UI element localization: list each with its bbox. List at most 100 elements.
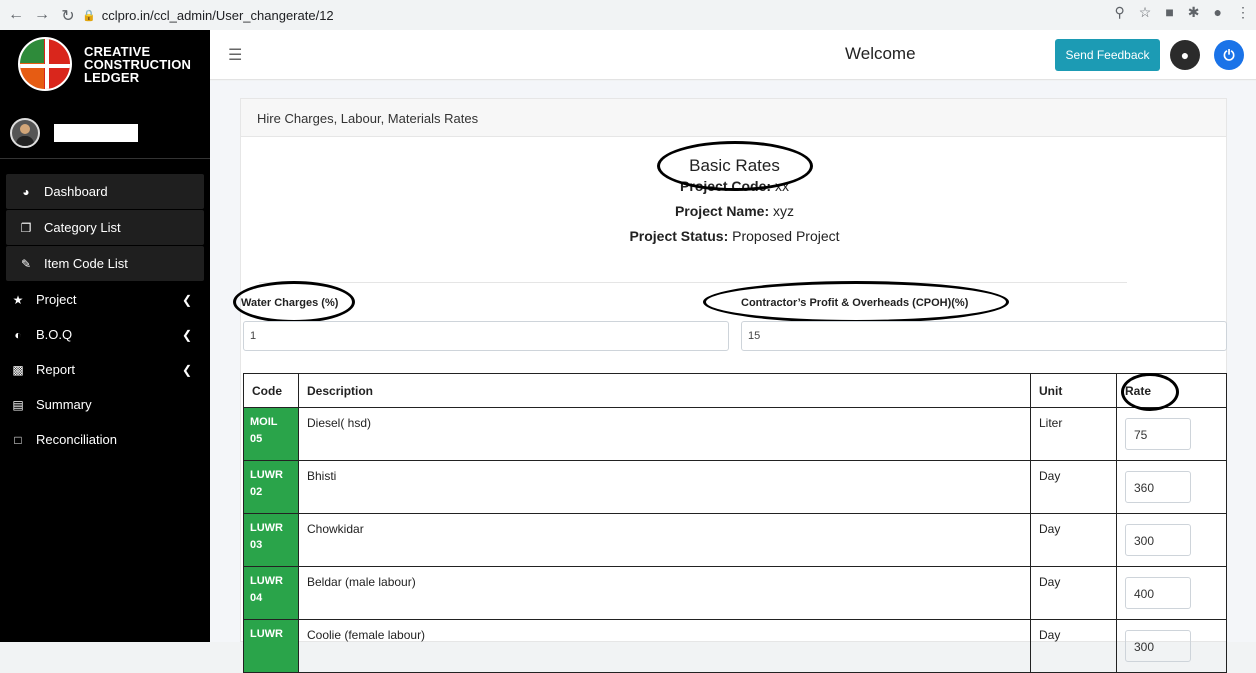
bookmark-star-icon[interactable]: ☆ [1139,4,1152,21]
annotation-ellipse [233,281,355,323]
project-status-line: Project Status: Proposed Project [241,228,1228,244]
description-cell: Chowkidar [298,513,1031,567]
hamburger-menu-icon[interactable]: ☰ [228,45,242,65]
project-name-line: Project Name: xyz [241,203,1228,219]
column-header-code: Code [243,373,299,408]
brand-logo[interactable]: CREATIVE CONSTRUCTION LEDGER [18,37,191,91]
unit-cell: Day [1030,566,1117,620]
annotation-ellipse [703,281,1009,323]
sidebar-item-category-list[interactable]: ❐ Category List [6,210,204,245]
power-icon: ⏻ [1223,46,1235,63]
unit-cell: Liter [1030,407,1117,461]
puzzle-icon[interactable]: ✱ [1188,4,1200,21]
address-bar[interactable]: 🔒 cclpro.in/ccl_admin/User_changerate/12 [82,3,1226,27]
sidebar-item-label: Project [36,292,77,307]
edit-icon: ✎ [20,256,32,271]
sidebar-item-label: Item Code List [44,256,128,271]
code-part: 02 [250,486,263,498]
project-status-value: Proposed Project [732,228,840,244]
sidebar-item-reconciliation[interactable]: □ Reconciliation [0,422,210,457]
unit-cell: Day [1030,460,1117,514]
logout-button[interactable]: ⏻ [1214,40,1244,70]
sidebar-menu: ◕ Dashboard ❐ Category List ✎ Item Code … [0,174,210,457]
back-icon[interactable]: ← [4,6,28,24]
code-cell: LUWR [243,619,299,673]
sidebar-item-label: Dashboard [44,184,108,199]
top-navbar: ☰ Welcome Send Feedback ● ⏻ [210,30,1256,80]
table-row: LUWR 02 Bhisti Day 360 [243,460,1227,514]
lock-icon: 🔒 [82,9,96,22]
note-icon: □ [14,432,22,447]
browser-toolbar: ← → ↻ 🔒 cclpro.in/ccl_admin/User_changer… [0,0,1256,30]
project-name-label: Project Name: [674,203,770,219]
code-cell: LUWR 03 [243,513,299,567]
rate-input[interactable]: 75 [1125,418,1191,450]
copy-icon: ❐ [20,220,32,235]
code-cell: LUWR 04 [243,566,299,620]
rate-cell: 75 [1116,407,1227,461]
sidebar-item-report[interactable]: ▩ Report ❮ [0,352,210,387]
code-part: 04 [250,592,263,604]
chevron-left-icon: ❮ [181,362,192,377]
user-panel [10,118,138,148]
sidebar-item-dashboard[interactable]: ◕ Dashboard [6,174,204,209]
logo-text: CREATIVE CONSTRUCTION LEDGER [84,45,191,84]
description-cell: Diesel( hsd) [298,407,1031,461]
water-charges-input[interactable]: 1 [243,321,729,351]
code-part: LUWR [250,575,283,587]
table-header-row: Code Description Unit Rate [243,373,1227,408]
rates-card: Hire Charges, Labour, Materials Rates Ba… [233,98,1228,673]
column-header-description: Description [298,373,1031,408]
zoom-icon[interactable]: ⚲ [1115,4,1125,21]
description-cell: Coolie (female labour) [298,619,1031,673]
project-name-value: xyz [773,203,795,219]
rate-input[interactable]: 360 [1125,471,1191,503]
logo-mark-icon [18,37,72,91]
cpoh-input[interactable]: 15 [741,321,1227,351]
extension-icon[interactable]: ■ [1165,4,1173,21]
chevron-left-icon: ❮ [181,327,192,342]
sidebar-item-label: Category List [44,220,121,235]
column-header-unit: Unit [1030,373,1117,408]
sidebar-item-label: Summary [36,397,92,412]
annotation-ellipse [657,141,813,191]
sidebar-item-boq[interactable]: ◐ B.O.Q ❮ [0,317,210,352]
send-feedback-button[interactable]: Send Feedback [1055,39,1160,71]
rate-input[interactable]: 300 [1125,630,1191,662]
code-part: LUWR [250,469,283,481]
logo-line-2: CONSTRUCTION [84,56,192,72]
user-account-button[interactable]: ● [1170,40,1200,70]
annotation-ellipse [1121,373,1179,411]
logo-line-3: LEDGER [84,69,140,85]
logo-line-1: CREATIVE [84,43,151,59]
rates-table: Code Description Unit Rate MOIL 05 Diesel… [243,373,1227,673]
file-icon: ▤ [12,397,24,412]
chevron-left-icon: ❮ [181,292,192,307]
browser-actions: ⚲ ☆ ■ ✱ ● ⋮ [1115,4,1251,21]
sidebar-item-summary[interactable]: ▤ Summary [0,387,210,422]
rate-cell: 300 [1116,513,1227,567]
sidebar-divider [0,158,210,159]
more-icon[interactable]: ⋮ [1236,4,1250,21]
sidebar-item-label: B.O.Q [36,327,73,342]
rate-cell: 300 [1116,619,1227,673]
rate-input[interactable]: 300 [1125,524,1191,556]
sidebar-item-item-code-list[interactable]: ✎ Item Code List [6,246,204,281]
rate-cell: 400 [1116,566,1227,620]
table-row: LUWR Coolie (female labour) Day 300 [243,619,1227,673]
description-cell: Bhisti [298,460,1031,514]
sidebar-item-project[interactable]: ★ Project ❮ [0,282,210,317]
rate-input[interactable]: 400 [1125,577,1191,609]
profile-icon[interactable]: ● [1214,4,1222,21]
url-text: cclpro.in/ccl_admin/User_changerate/12 [101,7,334,23]
forward-icon[interactable]: → [30,6,54,24]
code-part: LUWR [250,522,283,534]
card-header: Hire Charges, Labour, Materials Rates [241,99,1226,137]
user-name-redacted [54,124,138,142]
table-row: MOIL 05 Diesel( hsd) Liter 75 [243,407,1227,461]
star-icon: ★ [12,292,24,307]
project-status-label: Project Status: [629,228,729,244]
money-icon: ▩ [12,362,24,377]
code-part: LUWR [250,628,283,640]
reload-icon[interactable]: ↻ [56,6,80,26]
